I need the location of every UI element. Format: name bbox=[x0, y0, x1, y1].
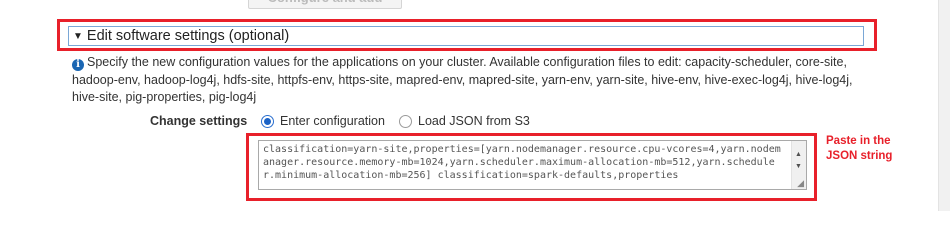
radio-label-load-json: Load JSON from S3 bbox=[418, 114, 530, 128]
configuration-textarea[interactable]: classification=yarn-site,properties=[yar… bbox=[258, 140, 807, 190]
scroll-down-icon[interactable]: ▼ bbox=[795, 163, 802, 171]
radio-unselected-icon[interactable] bbox=[399, 114, 412, 128]
section-title: Edit software settings (optional) bbox=[86, 28, 290, 44]
edit-software-settings-toggle[interactable]: ▼ Edit software settings (optional) bbox=[68, 26, 864, 46]
configuration-text[interactable]: classification=yarn-site,properties=[yar… bbox=[263, 144, 783, 182]
resize-grip-icon[interactable]: ◢ bbox=[797, 179, 804, 188]
radio-selected-icon[interactable] bbox=[261, 114, 274, 128]
caret-down-icon: ▼ bbox=[73, 30, 83, 42]
radio-load-json-s3[interactable]: Load JSON from S3 bbox=[399, 114, 530, 128]
info-icon: i bbox=[72, 59, 84, 71]
right-edge-panel bbox=[938, 0, 950, 211]
radio-label-enter-configuration: Enter configuration bbox=[280, 114, 385, 128]
radio-enter-configuration[interactable]: Enter configuration bbox=[261, 114, 385, 128]
info-text: Specify the new configuration values for… bbox=[72, 55, 853, 104]
annotation-note: Paste in the JSON string bbox=[826, 135, 893, 162]
configure-and-add-button[interactable]: Configure and add bbox=[248, 0, 402, 9]
scroll-up-icon[interactable]: ▲ bbox=[795, 151, 802, 159]
change-settings-label: Change settings bbox=[150, 114, 248, 128]
info-description: i Specify the new configuration values fo… bbox=[72, 54, 862, 107]
